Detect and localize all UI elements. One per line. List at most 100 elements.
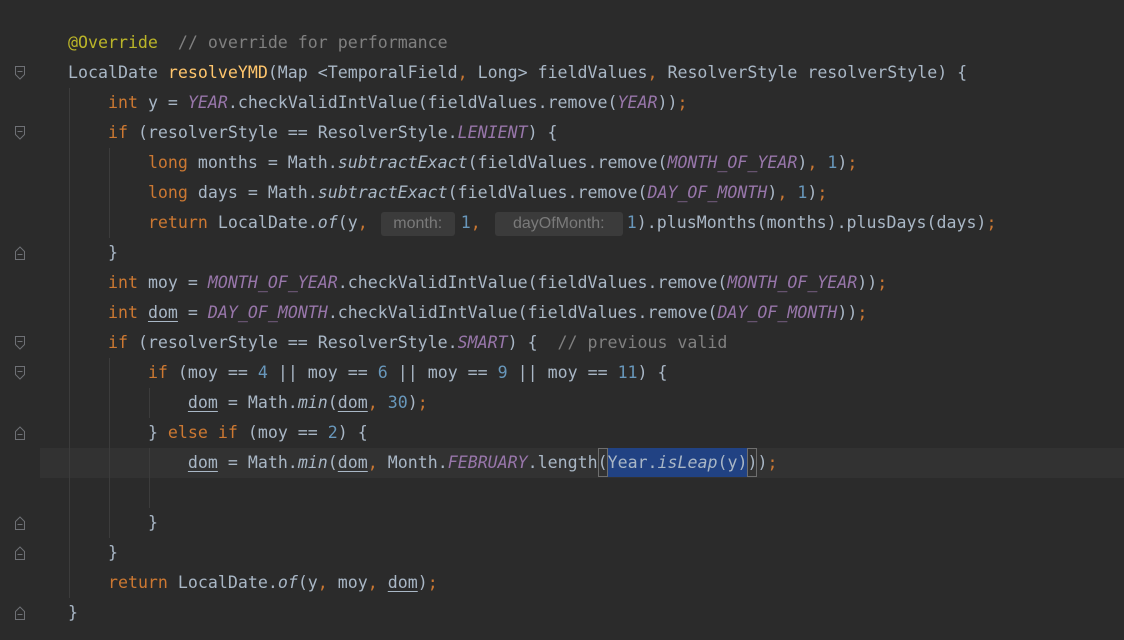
code-line[interactable]: } <box>40 238 1124 268</box>
code-line[interactable]: } <box>40 538 1124 568</box>
code-line[interactable]: } <box>40 508 1124 538</box>
comment-token: // previous valid <box>557 333 728 352</box>
fold-end-icon[interactable] <box>13 545 27 561</box>
code-token: = <box>177 303 208 322</box>
punctuation-token: , <box>777 183 788 202</box>
code-token: moy <box>327 573 368 592</box>
code-token: (moy == <box>237 423 328 442</box>
code-line[interactable]: @Override // override for performance <box>40 28 1124 58</box>
code-token: ) { <box>507 333 558 352</box>
code-token: (moy == <box>167 363 258 382</box>
code-line[interactable]: long months = Math.subtractExact(fieldVa… <box>40 148 1124 178</box>
number-literal-token: 1 <box>827 153 838 172</box>
punctuation-token: ; <box>847 153 858 172</box>
punctuation-token: ; <box>817 183 828 202</box>
code-token: } <box>68 603 78 622</box>
code-token: (Map <TemporalField <box>267 63 458 82</box>
keyword-token: else if <box>167 423 238 442</box>
code-line[interactable]: if (resolverStyle == ResolverStyle.LENIE… <box>40 118 1124 148</box>
keyword-token: long <box>147 153 188 172</box>
number-literal-token: 6 <box>377 363 388 382</box>
code-token: months = Math. <box>187 153 338 172</box>
code-token: Year. <box>607 448 658 477</box>
variable-token: dom <box>187 393 218 412</box>
code-line[interactable]: LocalDate resolveYMD(Map <TemporalField,… <box>40 58 1124 88</box>
code-line[interactable]: return LocalDate.of(y, moy, dom); <box>40 568 1124 598</box>
code-token: y = <box>137 93 188 112</box>
static-method-token: of <box>277 573 298 592</box>
static-method-token: isLeap <box>657 448 718 477</box>
code-token: ).plusMonths(months).plusDays(days) <box>636 213 987 232</box>
code-editor[interactable]: @Override // override for performance Loc… <box>0 0 1124 640</box>
code-token: ) { <box>337 423 368 442</box>
static-method-token: subtractExact <box>317 183 448 202</box>
fold-start-icon[interactable] <box>13 365 27 381</box>
code-token: Long> fieldValues <box>467 63 648 82</box>
code-token: .checkValidIntValue(fieldValues.remove( <box>327 303 718 322</box>
code-line[interactable]: if (resolverStyle == ResolverStyle.SMART… <box>40 328 1124 358</box>
code-token: || moy == <box>507 363 618 382</box>
constant-token: SMART <box>457 333 508 352</box>
code-line[interactable]: int y = YEAR.checkValidIntValue(fieldVal… <box>40 88 1124 118</box>
code-token: .checkValidIntValue(fieldValues.remove( <box>337 273 728 292</box>
punctuation-token: , <box>357 213 368 232</box>
keyword-token: return <box>107 573 168 592</box>
constant-token: DAY_OF_MONTH <box>717 303 838 322</box>
number-literal-token: 11 <box>617 363 638 382</box>
keyword-token: if <box>147 363 168 382</box>
code-token: LocalDate. <box>207 213 318 232</box>
code-token: ) <box>797 153 808 172</box>
code-line[interactable] <box>40 478 1124 508</box>
fold-end-icon[interactable] <box>13 605 27 621</box>
constant-token: MONTH_OF_YEAR <box>667 153 798 172</box>
fold-end-icon[interactable] <box>13 515 27 531</box>
code-token: )) <box>657 93 678 112</box>
constant-token: LENIENT <box>457 123 528 142</box>
code-line[interactable]: } else if (moy == 2) { <box>40 418 1124 448</box>
number-literal-token: 1 <box>797 183 808 202</box>
code-line[interactable]: dom = Math.min(dom, 30); <box>40 388 1124 418</box>
code-token: Month. <box>377 453 448 472</box>
code-token: .checkValidIntValue(fieldValues.remove( <box>227 93 618 112</box>
constant-token: YEAR <box>617 93 658 112</box>
punctuation-token: , <box>470 213 481 232</box>
constant-token: FEBRUARY <box>447 453 528 472</box>
variable-token: dom <box>147 303 178 322</box>
number-literal-token: 30 <box>387 393 408 412</box>
fold-end-icon[interactable] <box>13 425 27 441</box>
code-token: ) <box>807 183 818 202</box>
code-line[interactable]: int moy = MONTH_OF_YEAR.checkValidIntVal… <box>40 268 1124 298</box>
fold-start-icon[interactable] <box>13 335 27 351</box>
keyword-token: int <box>107 93 138 112</box>
code-line[interactable]: if (moy == 4 || moy == 6 || moy == 9 || … <box>40 358 1124 388</box>
constant-token: MONTH_OF_YEAR <box>207 273 338 292</box>
code-token: ) { <box>637 363 668 382</box>
fold-end-icon[interactable] <box>13 245 27 261</box>
code-area[interactable]: @Override // override for performance Loc… <box>40 28 1124 628</box>
code-line[interactable]: return LocalDate.of(y, month: 1, dayOfMon… <box>40 208 1124 238</box>
code-line[interactable]: int dom = DAY_OF_MONTH.checkValidIntValu… <box>40 298 1124 328</box>
fold-start-icon[interactable] <box>13 65 27 81</box>
constant-token: MONTH_OF_YEAR <box>727 273 858 292</box>
code-token: (resolverStyle == ResolverStyle. <box>127 123 458 142</box>
code-token: } <box>107 543 118 562</box>
code-line[interactable]: } <box>40 598 1124 628</box>
current-code-line[interactable]: dom = Math.min(dom, Month.FEBRUARY.lengt… <box>40 448 1124 478</box>
fold-start-icon[interactable] <box>13 125 27 141</box>
editor-gutter[interactable] <box>0 0 40 640</box>
static-method-token: subtractExact <box>337 153 468 172</box>
code-line[interactable]: long days = Math.subtractExact(fieldValu… <box>40 178 1124 208</box>
punctuation-token: , <box>807 153 818 172</box>
punctuation-token: ; <box>986 213 997 232</box>
